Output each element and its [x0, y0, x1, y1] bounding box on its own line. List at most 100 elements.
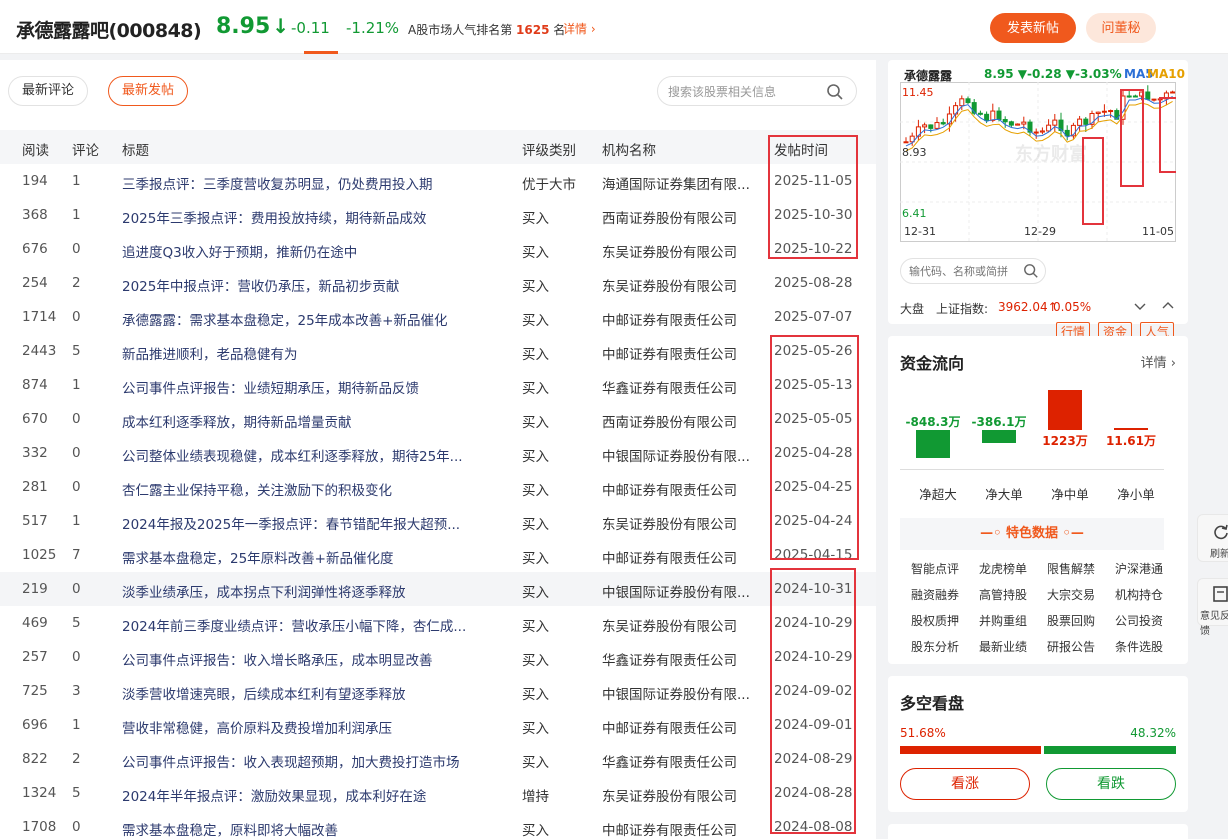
- report-list-panel: 最新评论 最新发帖 阅读 评论 标题 评级类别 机构名称 发帖时间 194 1 三季…: [0, 60, 876, 839]
- cell-org: 东吴证券股份有限公司: [602, 517, 737, 533]
- chevron-down-icon[interactable]: [1134, 302, 1146, 312]
- cell-title[interactable]: 三季报点评：三季度营收复苏明显，仍处费用投入期: [122, 173, 433, 193]
- active-indicator: [304, 51, 338, 54]
- cell-title[interactable]: 2024年半年报点评：激励效果显现，成本利好在途: [122, 785, 426, 805]
- cell-title[interactable]: 公司整体业绩表现稳健，成本红利逐季释放，期待25年...: [122, 445, 463, 465]
- cell-title[interactable]: 需求基本盘稳定，原料即将大幅改善: [122, 819, 338, 839]
- table-row[interactable]: 2443 5 新品推进顺利，老品稳健有为 买入 中邮证券有限责任公司 2025-05-26: [0, 334, 876, 368]
- post-new-button[interactable]: 发表新帖: [990, 13, 1076, 43]
- table-row[interactable]: 725 3 淡季营收增速亮眼，后续成本红利有望逐季释放 买入 中银国际证券股份有限...…: [0, 674, 876, 708]
- flow-bar: [916, 430, 950, 458]
- cell-org: 海通国际证券集团有限...: [602, 177, 750, 193]
- cell-title[interactable]: 公司事件点评报告：业绩短期承压，期待新品反馈: [122, 377, 419, 397]
- feature-link[interactable]: 限售解禁: [1040, 560, 1102, 577]
- table-header: 阅读 评论 标题 评级类别 机构名称 发帖时间: [0, 130, 876, 164]
- feature-link[interactable]: 股权质押: [904, 612, 966, 629]
- cell-title[interactable]: 2024年报及2025年一季报点评：春节错配年报大超预...: [122, 513, 460, 533]
- cell-date: 2025-10-30: [774, 207, 853, 223]
- bullish-button[interactable]: 看涨: [900, 768, 1030, 800]
- kline-chart[interactable]: 东方财富: [900, 82, 1176, 242]
- table-row[interactable]: 194 1 三季报点评：三季度营收复苏明显，仍处费用投入期 优于大市 海通国际证券集团有…: [0, 164, 876, 198]
- table-row[interactable]: 822 2 公司事件点评报告：收入表现超预期，加大费投打造市场 买入 华鑫证券有限责任公…: [0, 742, 876, 776]
- cell-title[interactable]: 新品推进顺利，老品稳健有为: [122, 343, 298, 363]
- cell-title[interactable]: 2025年三季报点评：费用投放持续，期待新品成效: [122, 207, 426, 227]
- feature-link[interactable]: 股票回购: [1040, 612, 1102, 629]
- table-row[interactable]: 1025 7 需求基本盘稳定，25年原料改善+新品催化度 买入 中邮证券有限责任公司 20…: [0, 538, 876, 572]
- cell-title[interactable]: 公司事件点评报告：收入增长略承压，成本明显改善: [122, 649, 433, 669]
- table-row[interactable]: 1714 0 承德露露：需求基本盘稳定，25年成本改善+新品催化 买入 中邮证券有限责任…: [0, 300, 876, 334]
- cell-title[interactable]: 承德露露：需求基本盘稳定，25年成本改善+新品催化: [122, 309, 448, 329]
- feature-link[interactable]: 研报公告: [1040, 638, 1102, 655]
- rank-detail-link[interactable]: 详情 ›: [563, 20, 596, 37]
- flow-label-s: 净小单: [1117, 487, 1155, 502]
- table-row[interactable]: 676 0 追进度Q3收入好于预期，推新仍在途中 买入 东吴证券股份有限公司 2025-1…: [0, 232, 876, 266]
- feedback-button[interactable]: 意见反馈: [1197, 578, 1228, 637]
- table-row[interactable]: 1708 0 需求基本盘稳定，原料即将大幅改善 买入 中邮证券有限责任公司 2024-08…: [0, 810, 876, 839]
- cell-title[interactable]: 2025年中报点评：营收仍承压，新品初步贡献: [122, 275, 399, 295]
- cell-title[interactable]: 2024年前三季度业绩点评：营收承压小幅下降，杏仁成...: [122, 615, 466, 635]
- ask-secretary-button[interactable]: 问董秘: [1086, 13, 1156, 43]
- table-row[interactable]: 254 2 2025年中报点评：营收仍承压，新品初步贡献 买入 东吴证券股份有限公司 20…: [0, 266, 876, 300]
- flow-bar: [1114, 428, 1148, 430]
- kline-card: 承德露露 8.95 ▼-0.28 ▼-3.03% MA5 MA10 东方财富 1…: [888, 60, 1188, 342]
- feature-link[interactable]: 大宗交易: [1040, 586, 1102, 603]
- feature-link[interactable]: 沪深港通: [1108, 560, 1170, 577]
- refresh-button[interactable]: 刷新: [1197, 514, 1228, 562]
- fund-flow-detail-link[interactable]: 详情 ›: [1141, 352, 1176, 371]
- cell-org: 中邮证券有限责任公司: [602, 823, 737, 839]
- table-row[interactable]: 257 0 公司事件点评报告：收入增长略承压，成本明显改善 买入 华鑫证券有限责任公司 2…: [0, 640, 876, 674]
- table-row[interactable]: 368 1 2025年三季报点评：费用投放持续，期待新品成效 买入 西南证券股份有限公司…: [0, 198, 876, 232]
- feature-link[interactable]: 条件选股: [1108, 638, 1170, 655]
- cell-title[interactable]: 营收非常稳健，高价原料及费投增加利润承压: [122, 717, 392, 737]
- cell-title[interactable]: 淡季业绩承压，成本拐点下利润弹性将逐季释放: [122, 581, 406, 601]
- search-icon[interactable]: [826, 83, 844, 101]
- cell-comments: 3: [72, 683, 81, 699]
- cell-title[interactable]: 淡季营收增速亮眼，后续成本红利有望逐季释放: [122, 683, 406, 703]
- feature-link[interactable]: 公司投资: [1108, 612, 1170, 629]
- bearish-button[interactable]: 看跌: [1046, 768, 1176, 800]
- cell-title[interactable]: 需求基本盘稳定，25年原料改善+新品催化度: [122, 547, 394, 567]
- table-row[interactable]: 332 0 公司整体业绩表现稳健，成本红利逐季释放，期待25年... 买入 中银国际证券…: [0, 436, 876, 470]
- quote-search-input[interactable]: [909, 263, 1021, 279]
- cell-rating: 买入: [522, 381, 549, 397]
- feature-link[interactable]: 智能点评: [904, 560, 966, 577]
- feature-link[interactable]: 并购重组: [972, 612, 1034, 629]
- cell-comments: 1: [72, 377, 81, 393]
- cell-date: 2024-10-31: [774, 581, 853, 597]
- cell-org: 东吴证券股份有限公司: [602, 279, 737, 295]
- table-row[interactable]: 469 5 2024年前三季度业绩点评：营收承压小幅下降，杏仁成... 买入 东吴证券股…: [0, 606, 876, 640]
- cell-title[interactable]: 杏仁露主业保持平稳，关注激励下的积极变化: [122, 479, 392, 499]
- cell-org: 东吴证券股份有限公司: [602, 245, 737, 261]
- table-row[interactable]: 670 0 成本红利逐季释放，期待新品增量贡献 买入 西南证券股份有限公司 2025-05…: [0, 402, 876, 436]
- cell-comments: 0: [72, 479, 81, 495]
- cell-read: 874: [22, 377, 48, 393]
- cell-title[interactable]: 成本红利逐季释放，期待新品增量贡献: [122, 411, 352, 431]
- feature-link[interactable]: 股东分析: [904, 638, 966, 655]
- tab-latest-posts[interactable]: 最新发帖: [108, 76, 188, 106]
- table-row[interactable]: 1324 5 2024年半年报点评：激励效果显现，成本利好在途 增持 东吴证券股份有限公…: [0, 776, 876, 810]
- search-icon[interactable]: [1023, 263, 1039, 279]
- tab-latest-comments[interactable]: 最新评论: [8, 76, 88, 106]
- cell-rating: 买入: [522, 687, 549, 703]
- feature-link[interactable]: 机构持仓: [1108, 586, 1170, 603]
- col-rating: 评级类别: [522, 143, 576, 159]
- feature-link[interactable]: 高管持股: [972, 586, 1034, 603]
- feature-link[interactable]: 最新业绩: [972, 638, 1034, 655]
- cell-title[interactable]: 公司事件点评报告：收入表现超预期，加大费投打造市场: [122, 751, 460, 771]
- table-row[interactable]: 281 0 杏仁露主业保持平稳，关注激励下的积极变化 买入 中邮证券有限责任公司 2025…: [0, 470, 876, 504]
- table-row[interactable]: 219 0 淡季业绩承压，成本拐点下利润弹性将逐季释放 买入 中银国际证券股份有限...…: [0, 572, 876, 606]
- feature-link[interactable]: 融资融券: [904, 586, 966, 603]
- feature-link[interactable]: 龙虎榜单: [972, 560, 1034, 577]
- table-row[interactable]: 696 1 营收非常稳健，高价原料及费投增加利润承压 买入 中邮证券有限责任公司 2024…: [0, 708, 876, 742]
- sentiment-card: 多空看盘 51.68% 48.32% 看涨 看跌: [888, 676, 1188, 812]
- kline-date-start: 12-31: [904, 225, 936, 238]
- stock-search-input[interactable]: [668, 83, 818, 101]
- chevron-right-icon: ›: [587, 22, 596, 36]
- cell-rating: 买入: [522, 585, 549, 601]
- kline-date-mid: 12-29: [1024, 225, 1056, 238]
- ma10-legend: MA10: [1147, 67, 1185, 81]
- table-row[interactable]: 874 1 公司事件点评报告：业绩短期承压，期待新品反馈 买入 华鑫证券有限责任公司 20…: [0, 368, 876, 402]
- chevron-up-icon[interactable]: [1162, 300, 1174, 310]
- table-row[interactable]: 517 1 2024年报及2025年一季报点评：春节错配年报大超预... 买入 东吴证券…: [0, 504, 876, 538]
- cell-title[interactable]: 追进度Q3收入好于预期，推新仍在途中: [122, 241, 357, 261]
